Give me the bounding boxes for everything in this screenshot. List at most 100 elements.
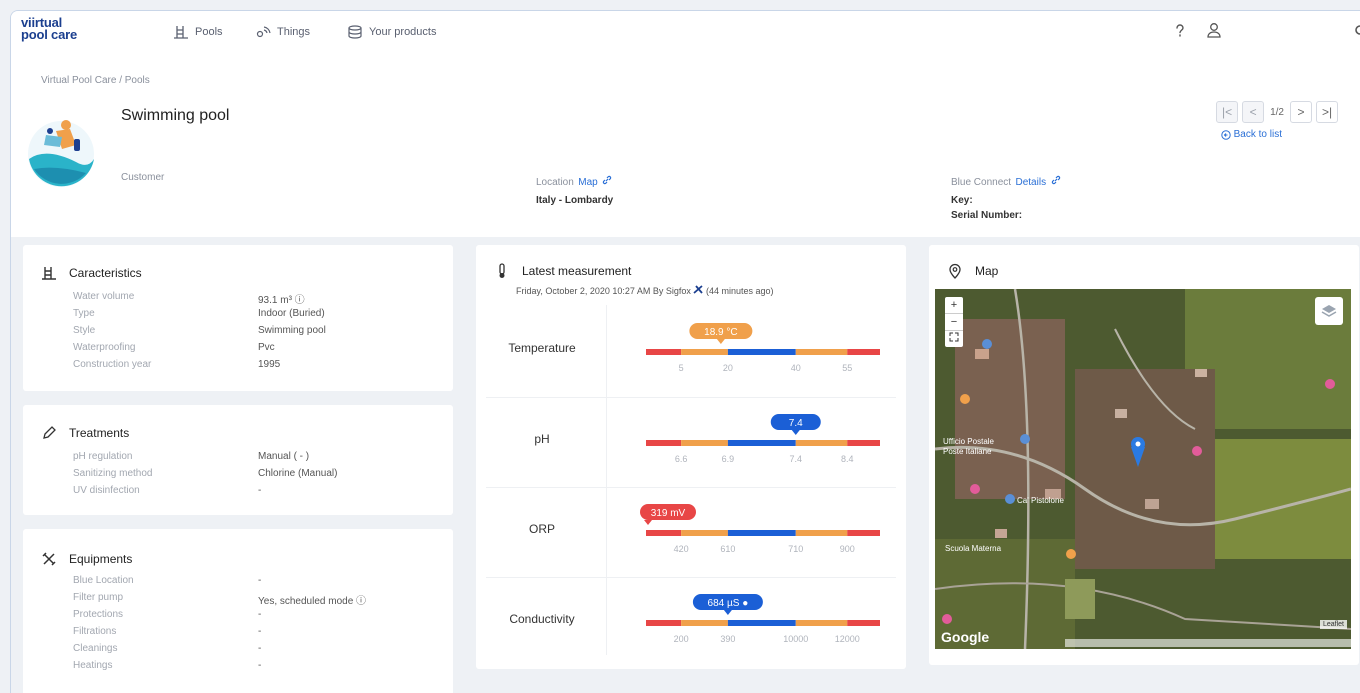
arrow-left-circle-icon	[1220, 129, 1231, 140]
blue-connect-details-link[interactable]: Details	[1016, 177, 1047, 188]
map-place-label: Scuola Materna	[945, 544, 1002, 553]
gauge-tick-label: 20	[723, 363, 733, 373]
link-icon[interactable]	[602, 175, 612, 185]
map-zoom-controls: + −	[945, 297, 963, 347]
gauge-tick-label: 6.9	[722, 454, 735, 464]
gauge-segment	[795, 530, 848, 536]
gauge-tick-label: 12000	[835, 634, 860, 644]
measurement-name: Conductivity	[509, 612, 575, 626]
key-label: Key:	[951, 195, 973, 206]
first-page-button[interactable]: |<	[1216, 101, 1239, 123]
gauge-segment	[681, 349, 728, 355]
app-frame: viirtual pool care Pools Things Your pro…	[10, 10, 1360, 693]
next-page-button[interactable]: >	[1290, 101, 1312, 123]
gauge-pointer	[723, 610, 732, 615]
measurement-date: Friday, October 2, 2020 10:27 AM By Sigf…	[516, 286, 691, 296]
serial-number-label: Serial Number:	[951, 210, 1023, 221]
zoom-out-button[interactable]: −	[945, 313, 963, 330]
gauge-segment	[727, 349, 796, 355]
gauge-tick-label: 710	[788, 544, 803, 554]
settings-button[interactable]	[1351, 21, 1360, 39]
measurement-gauge: 5 20 40 55 18.9 °C	[646, 323, 880, 373]
location-block: Location Map Italy - Lombardy	[536, 172, 613, 206]
gauge-segment	[847, 620, 880, 626]
measurement-row: ORP 420 610 710 900 319 mV	[486, 487, 896, 575]
link-icon[interactable]	[1051, 175, 1061, 185]
gauge-value-text: 319 mV	[651, 508, 686, 519]
map-place-label: Poste Italiane	[943, 447, 992, 456]
satellite-map[interactable]: Ufficio Postale Poste Italiane Ca' Pisto…	[935, 289, 1351, 649]
measurement-gauge: 6.6 6.9 7.4 8.4 7.4	[646, 414, 880, 464]
gauge-segment	[681, 440, 728, 446]
gear-icon	[1355, 25, 1360, 35]
gauge-segment	[847, 440, 880, 446]
gauge-segment	[795, 349, 848, 355]
blue-connect-label: Blue Connect	[951, 177, 1012, 188]
page-indicator: 1/2	[1270, 106, 1284, 118]
back-to-list-link[interactable]: Back to list	[1220, 129, 1282, 140]
measurement-row: Conductivity 200 390 10000 12000 684 µS ●	[486, 577, 896, 665]
map-title-text: Map	[975, 264, 999, 278]
latest-measurement-title: Latest measurement	[494, 263, 631, 279]
treatments-title: Treatments	[41, 425, 129, 441]
gauge-value-text: 7.4	[789, 418, 803, 429]
gauge-tick-label: 420	[674, 544, 689, 554]
equipments-title: Equipments	[41, 551, 132, 567]
treatments-card: Treatments pH regulation Manual ( - ) San…	[23, 405, 453, 515]
gauge-segment	[727, 440, 796, 446]
leaflet-attribution[interactable]: Leaflet	[1319, 620, 1347, 629]
map-imagery: Ufficio Postale Poste Italiane Ca' Pisto…	[935, 289, 1351, 649]
gauge-tick-label: 5	[679, 363, 684, 373]
equipments-card: Equipments Blue Location - Filter pump Yes…	[23, 529, 453, 693]
gauge-tick-label: 55	[842, 363, 852, 373]
map-title: Map	[947, 263, 998, 279]
database-icon	[348, 25, 362, 39]
previous-page-button[interactable]: <	[1242, 101, 1265, 123]
sigfox-icon	[693, 285, 704, 294]
last-page-button[interactable]: >|	[1316, 101, 1338, 123]
brand-logo[interactable]: viirtual pool care	[21, 16, 77, 42]
brand-line-2: pool care	[21, 27, 77, 42]
customer-label: Customer	[121, 172, 165, 183]
map-copyright-bar	[1065, 639, 1351, 647]
breadcrumb[interactable]: Virtual Pool Care / Pools	[41, 75, 150, 86]
nav-pools-label: Pools	[195, 26, 223, 38]
zoom-in-button[interactable]: +	[945, 297, 963, 313]
gauge-tick-label: 7.4	[790, 454, 803, 464]
characteristics-card: Caracteristics Water volume 93.1 m³ ⓘ Typ…	[23, 245, 453, 391]
location-map-link[interactable]: Map	[578, 177, 597, 188]
back-to-list-label: Back to list	[1233, 129, 1282, 140]
measurement-name: pH	[534, 432, 550, 446]
characteristics-title: Caracteristics	[41, 265, 142, 281]
nav-pools[interactable]: Pools	[173, 25, 223, 39]
nav-things[interactable]: Things	[255, 25, 310, 39]
gauge-segment	[646, 440, 682, 446]
pool-title: Swimming pool	[121, 107, 230, 124]
location-label: Location	[536, 177, 574, 188]
gauge-value-text: 18.9 °C	[704, 327, 737, 338]
gauge-tick-label: 610	[720, 544, 735, 554]
blue-connect-block: Blue Connect Details Key: Serial Number:	[951, 172, 1061, 221]
fullscreen-button[interactable]	[945, 330, 963, 347]
gauge-segment	[646, 349, 682, 355]
latest-measurement-card: Latest measurement Friday, October 2, 20…	[476, 245, 906, 669]
pool-ladder-icon	[42, 267, 56, 280]
google-logo: Google	[941, 629, 990, 645]
layers-button[interactable]	[1315, 297, 1343, 325]
map-card: Map Ufficio Postale Poste Italiane Ca' P…	[929, 245, 1359, 665]
user-account-button[interactable]	[1205, 21, 1223, 39]
gauge-pointer	[716, 339, 725, 344]
gauge-segment	[847, 530, 880, 536]
help-button[interactable]	[1171, 21, 1189, 39]
nav-products-label: Your products	[369, 26, 437, 38]
gauge-tick-label: 390	[720, 634, 735, 644]
pager: |< < 1/2 > >|	[1216, 101, 1338, 123]
fullscreen-icon	[949, 332, 959, 342]
pool-ladder-icon	[174, 26, 188, 39]
gauge-tick-label: 6.6	[675, 454, 688, 464]
pool-avatar-illustration	[28, 120, 94, 187]
measurement-gauge: 420 610 710 900 319 mV	[640, 504, 880, 554]
gauge-tick-label: 8.4	[841, 454, 854, 464]
nav-products[interactable]: Your products	[347, 25, 436, 39]
help-lightbulb-icon	[1176, 24, 1184, 37]
